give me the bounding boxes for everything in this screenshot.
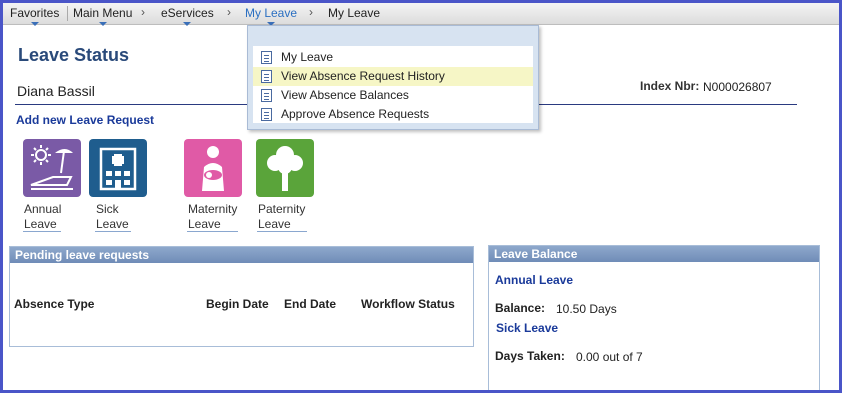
add-leave-request-link[interactable]: Add new Leave Request	[16, 113, 154, 127]
breadcrumb-separator: ›	[141, 5, 145, 19]
tile-underline	[187, 231, 238, 232]
nav-favorites-label: Favorites	[10, 6, 60, 20]
paternity-leave-label-line1: Paternity	[258, 202, 306, 216]
mother-baby-icon	[202, 146, 224, 191]
balance-label: Balance:	[495, 301, 546, 315]
column-workflow-status: Workflow Status	[361, 297, 455, 311]
top-nav-bar: Favorites Main Menu › eServices › My Lea…	[3, 3, 839, 26]
column-end-date: End Date	[284, 297, 337, 311]
menu-item-view-absence-request-history[interactable]: View Absence Request History	[253, 67, 533, 86]
sick-leave-link[interactable]: Sick Leave	[496, 321, 558, 335]
sick-leave-label[interactable]: Sick Leave	[96, 202, 129, 232]
user-name: Diana Bassil	[17, 83, 95, 99]
nav-my-leave[interactable]: My Leave	[245, 6, 298, 26]
tile-underline	[23, 231, 61, 232]
tile-underline	[257, 231, 307, 232]
document-icon	[261, 108, 272, 121]
chevron-down-icon	[98, 22, 107, 26]
days-taken-label: Days Taken:	[495, 349, 565, 363]
annual-leave-label-line1: Annual	[24, 202, 62, 216]
annual-leave-label[interactable]: Annual Leave	[24, 202, 61, 232]
menu-item-label: My Leave	[281, 50, 334, 64]
nav-my-leave-current-label: My Leave	[328, 6, 381, 20]
index-number-label: Index Nbr:	[640, 79, 700, 93]
tile-underline	[95, 231, 131, 232]
maternity-leave-label-line1: Maternity	[188, 202, 238, 216]
document-icon	[261, 89, 272, 102]
chevron-down-icon	[183, 22, 192, 26]
maternity-leave-label-line2: Leave	[188, 217, 221, 231]
document-icon	[261, 70, 272, 83]
column-absence-type: Absence Type	[14, 297, 95, 311]
dropdown-list: My Leave View Absence Request History Vi…	[253, 46, 533, 123]
paternity-leave-label-line2: Leave	[258, 217, 291, 231]
beach-chair-icon	[30, 145, 73, 190]
nav-favorites[interactable]: Favorites	[10, 6, 60, 26]
page-title: Leave Status	[18, 45, 130, 65]
paternity-leave-label[interactable]: Paternity Leave	[258, 202, 305, 232]
nav-my-leave-label: My Leave	[245, 6, 298, 20]
annual-leave-link[interactable]: Annual Leave	[495, 273, 573, 287]
annual-leave-label-line2: Leave	[24, 217, 57, 231]
menu-item-approve-absence-requests[interactable]: Approve Absence Requests	[253, 105, 533, 124]
days-taken-value: 0.00 out of 7	[576, 350, 643, 364]
tree-icon	[267, 146, 303, 191]
column-begin-date: Begin Date	[206, 297, 269, 311]
paternity-leave-tile[interactable]	[256, 139, 314, 197]
nav-my-leave-current[interactable]: My Leave	[328, 6, 380, 20]
menu-item-my-leave[interactable]: My Leave	[253, 48, 533, 67]
leave-balance-panel: Leave Balance	[488, 245, 820, 390]
menu-item-label: View Absence Balances	[281, 88, 409, 102]
nav-eservices-label: eServices	[161, 6, 214, 20]
my-leave-dropdown-menu: My Leave View Absence Request History Vi…	[247, 25, 539, 130]
menu-item-view-absence-balances[interactable]: View Absence Balances	[253, 86, 533, 105]
hospital-icon	[99, 147, 137, 191]
chevron-down-icon	[30, 22, 39, 26]
menu-item-label: Approve Absence Requests	[281, 107, 430, 121]
nav-divider	[67, 6, 68, 21]
leave-balance-title: Leave Balance	[489, 246, 819, 262]
nav-main-menu-label: Main Menu	[73, 6, 133, 20]
app-frame: Favorites Main Menu › eServices › My Lea…	[0, 0, 842, 393]
pending-requests-title: Pending leave requests	[10, 247, 473, 263]
breadcrumb-separator: ›	[309, 5, 313, 19]
nav-eservices[interactable]: eServices	[161, 6, 214, 26]
index-number-value: N000026807	[703, 80, 772, 94]
sick-leave-label-line2: Leave	[96, 217, 129, 231]
nav-main-menu[interactable]: Main Menu	[73, 6, 133, 26]
menu-item-label: View Absence Request History	[281, 69, 445, 83]
balance-value: 10.50 Days	[556, 302, 617, 316]
document-icon	[261, 51, 272, 64]
sick-leave-tile[interactable]	[89, 139, 147, 197]
breadcrumb-separator: ›	[227, 5, 231, 19]
maternity-leave-label[interactable]: Maternity Leave	[188, 202, 237, 232]
maternity-leave-tile[interactable]	[184, 139, 242, 197]
sick-leave-label-line1: Sick	[96, 202, 119, 216]
annual-leave-tile[interactable]	[23, 139, 81, 197]
